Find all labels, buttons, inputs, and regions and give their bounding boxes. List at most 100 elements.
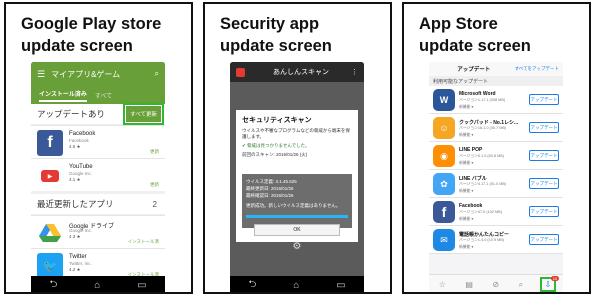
installed-label: インストール済 xyxy=(127,239,159,244)
word-icon: W xyxy=(433,89,455,111)
list-item[interactable]: f Facebook Facebook 4.0 ★ 更新 xyxy=(31,125,165,158)
security-app-screen: あんしんスキャン ⋮ セキュリティスキャン ウイルスや不審なプログラムなどの脅威… xyxy=(230,62,364,293)
panel-app-store: App Store update screen アップデート すべてをアップデー… xyxy=(402,2,591,294)
panel-title: Google Play store update screen xyxy=(21,13,161,57)
panel-title-line2: update screen xyxy=(419,37,531,55)
categories-tab-icon[interactable]: ▤ xyxy=(465,280,473,289)
home-icon[interactable]: ⌂ xyxy=(94,280,100,291)
recents-icon[interactable]: ▭ xyxy=(137,280,146,291)
back-icon[interactable]: ⮌ xyxy=(49,277,57,293)
app-version: バージョン5.1.0 (83.8 MB) xyxy=(459,154,505,158)
whats-new-link[interactable]: 新機能 ▾ xyxy=(459,104,473,110)
android-nav-bar: ⮌ ⌂ ▭ xyxy=(230,276,364,293)
whats-new-link[interactable]: 新機能 ▾ xyxy=(459,188,473,194)
recent-section-header: 最近更新したアプリ 2 xyxy=(31,194,165,214)
explore-tab-icon[interactable]: ⊘ xyxy=(492,280,499,289)
phone-screenshot: アップデート すべてをアップデート 利用可能なアップデート W Microsof… xyxy=(429,62,563,292)
whats-new-link[interactable]: 新機能 ▾ xyxy=(459,160,473,166)
updates-badge: 10 xyxy=(550,276,560,281)
app-name: YouTube xyxy=(69,164,93,170)
list-item[interactable]: ◉ LINE POP バージョン5.1.0 (83.8 MB) 新機能 ▾ アッ… xyxy=(429,142,563,170)
whats-new-link[interactable]: 新機能 ▾ xyxy=(459,216,473,222)
app-version: バージョン1.4.0 (10.9 MB) xyxy=(459,238,505,242)
tab-all[interactable]: すべて xyxy=(95,91,112,100)
app-developer: Google Inc. xyxy=(69,228,93,233)
list-item[interactable]: W Microsoft Word バージョン1.17.1 (308 MB) 新機… xyxy=(429,86,563,114)
search-icon[interactable]: ⌕ xyxy=(155,69,159,79)
update-button[interactable]: 更新 xyxy=(150,182,159,188)
app-version: バージョン16.1.0 (30.7 MB) xyxy=(459,126,507,130)
update-all-link[interactable]: すべてをアップデート xyxy=(515,66,559,72)
header-title: アップデート xyxy=(457,67,491,73)
whats-new-link[interactable]: 新機能 ▾ xyxy=(459,244,473,250)
scan-dialog: セキュリティスキャン ウイルスや不審なプログラムなどの脅威から端末を保護します。… xyxy=(236,110,358,242)
definition-version: ウイルス定義: 3.1.45.525 xyxy=(246,179,297,184)
back-icon[interactable]: ⮌ xyxy=(248,277,256,293)
panel-security-app: Security app update screen あんしんスキャン ⋮ セキ… xyxy=(203,2,392,294)
panel-google-play: Google Play store update screen ☰ マイアプリ&… xyxy=(4,2,193,294)
app-rating: 4.2 ★ xyxy=(69,267,81,272)
app-name: LINE POP xyxy=(459,147,483,153)
recent-section-title: 最近更新したアプリ xyxy=(37,199,114,209)
shield-logo-icon xyxy=(236,67,245,77)
more-options-icon[interactable]: ⋮ xyxy=(351,68,358,76)
update-all-button[interactable]: すべて更新 xyxy=(123,103,164,125)
list-item[interactable]: f Facebook バージョン47.0 (102 MB) 新機能 ▾ アップデ… xyxy=(429,198,563,226)
line-bubble-icon: ✿ xyxy=(433,173,455,195)
app-name: Microsoft Word xyxy=(459,91,496,97)
last-update-date: 最終更新日: 2016/01/26 xyxy=(246,186,294,191)
list-item[interactable]: ✉ 電話帳かんたんコピー バージョン1.4.0 (10.9 MB) 新機能 ▾ … xyxy=(429,226,563,254)
gear-icon[interactable]: ⚙ xyxy=(230,241,364,252)
panel-title-line1: Google Play store xyxy=(21,15,162,33)
google-play-screen: ☰ マイアプリ&ゲーム ⌕ インストール済み すべて アップデートあり すべて更… xyxy=(31,62,165,293)
update-progress-bar xyxy=(246,215,348,218)
search-tab-icon[interactable]: ⌕ xyxy=(519,280,523,290)
panel-title-line1: Security app xyxy=(220,15,320,33)
list-item[interactable]: ✿ LINE バブル バージョン4.17.1 (51.0 MB) 新機能 ▾ ア… xyxy=(429,170,563,198)
recents-icon[interactable]: ▭ xyxy=(336,280,345,291)
app-name: LINE バブル xyxy=(459,176,487,182)
update-button[interactable]: アップデート xyxy=(529,234,559,245)
list-item[interactable]: Google ドライブ Google Inc. 4.3 ★ インストール済 xyxy=(31,215,165,248)
list-item[interactable]: ☺ クックパッド - No.1レシ... バージョン16.1.0 (30.7 M… xyxy=(429,114,563,142)
app-name: クックパッド - No.1レシ... xyxy=(459,120,519,126)
google-drive-icon xyxy=(37,220,63,246)
available-updates-label: 利用可能なアップデート xyxy=(429,76,563,86)
ok-button[interactable]: OK xyxy=(254,224,340,236)
menu-icon[interactable]: ☰ xyxy=(37,69,45,80)
dialog-title: セキュリティスキャン xyxy=(242,117,312,124)
security-app-header: あんしんスキャン ⋮ xyxy=(230,62,364,82)
app-name: Facebook xyxy=(459,203,483,209)
contacts-copy-icon: ✉ xyxy=(433,229,455,251)
update-button[interactable]: 更新 xyxy=(150,149,159,155)
header-title: マイアプリ&ゲーム xyxy=(51,69,121,79)
app-store-tab-bar: ☆ ▤ ⊘ ⌕ ⇩ 10 xyxy=(429,274,563,292)
definition-update-box: ウイルス定義: 3.1.45.525 最終更新日: 2016/01/26 最終確… xyxy=(242,174,352,228)
updates-tab-icon[interactable]: ⇩ 10 xyxy=(539,276,560,292)
update-button[interactable]: アップデート xyxy=(529,206,559,217)
update-button[interactable]: アップデート xyxy=(529,178,559,189)
youtube-icon: ▶ xyxy=(37,163,63,189)
dialog-description: ウイルスや不審なプログラムなどの脅威から端末を保護します。 xyxy=(242,128,350,139)
phone-screenshot: ☰ マイアプリ&ゲーム ⌕ インストール済み すべて アップデートあり すべて更… xyxy=(31,62,165,293)
app-store-header: アップデート すべてをアップデート xyxy=(429,62,563,76)
update-button[interactable]: アップデート xyxy=(529,122,559,133)
panel-title-line1: App Store xyxy=(419,15,498,33)
facebook-icon: f xyxy=(433,201,455,223)
list-item[interactable]: ▶ YouTube Google Inc. 4.1 ★ 更新 xyxy=(31,158,165,191)
panel-title-line2: update screen xyxy=(21,37,133,55)
updates-section-title: アップデートあり xyxy=(37,109,106,119)
app-rating: 4.3 ★ xyxy=(69,234,81,239)
app-rating: 4.1 ★ xyxy=(69,177,81,182)
app-name: 電話帳かんたんコピー xyxy=(459,232,510,238)
home-icon[interactable]: ⌂ xyxy=(293,280,299,291)
update-button[interactable]: アップデート xyxy=(529,94,559,105)
whats-new-link[interactable]: 新機能 ▾ xyxy=(459,132,473,138)
tab-installed[interactable]: インストール済み xyxy=(39,89,87,102)
app-store-screen: アップデート すべてをアップデート 利用可能なアップデート W Microsof… xyxy=(429,62,563,292)
app-developer: Google Inc. xyxy=(69,171,93,176)
app-developer: Twitter, Inc. xyxy=(69,261,92,266)
featured-tab-icon[interactable]: ☆ xyxy=(439,280,446,289)
app-name: Facebook xyxy=(69,131,96,137)
update-button[interactable]: アップデート xyxy=(529,150,559,161)
